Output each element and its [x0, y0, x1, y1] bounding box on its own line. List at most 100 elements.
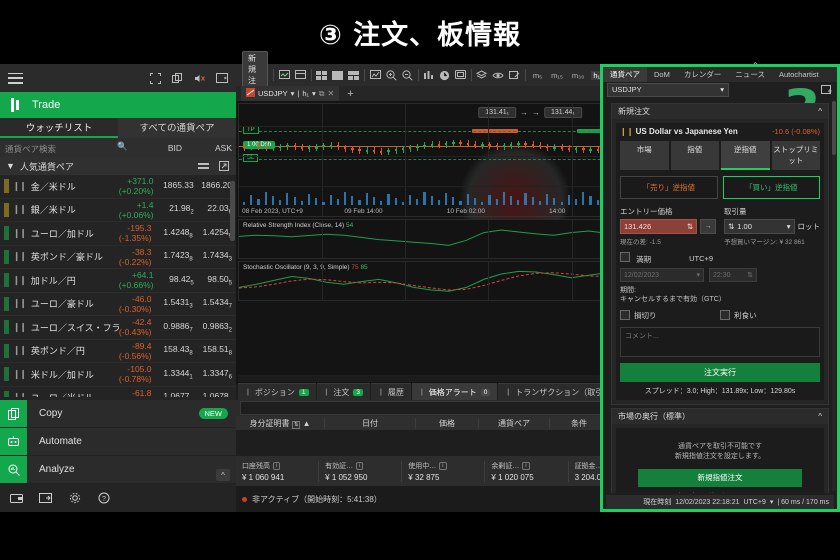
stepper-icon-entry[interactable]: ⇅	[687, 222, 693, 231]
mute-icon[interactable]	[193, 72, 206, 85]
fullscreen-icon[interactable]	[149, 72, 162, 85]
search-input[interactable]: 通貨ペア検索 🔍	[0, 139, 136, 157]
market-depth-header[interactable]: 市場の奥行（標準） ^	[612, 408, 828, 424]
new-order-card-header[interactable]: 新規注文 ^	[612, 104, 828, 119]
order-type-segment[interactable]: ストップリミット	[771, 141, 820, 170]
timeframe-m15[interactable]: m₁₅	[549, 71, 565, 80]
chart-tab-close-icon[interactable]: ✕	[328, 89, 335, 98]
eye-icon[interactable]	[492, 69, 504, 82]
panel-toggle-icon[interactable]	[215, 72, 228, 85]
fullscreen-chart-icon[interactable]	[454, 69, 466, 82]
alerts-column[interactable]: 身分証明書 ⇅ ▲	[236, 417, 325, 429]
sl-toggle[interactable]: 損切り	[620, 310, 720, 321]
help-icon[interactable]: ?	[97, 492, 110, 505]
metric-info-icon[interactable]: i	[439, 461, 447, 470]
tp-checkbox[interactable]	[720, 310, 730, 321]
single-layout-icon[interactable]	[332, 69, 344, 82]
pair-bid[interactable]: 21.982	[159, 203, 197, 216]
copy-window-icon[interactable]	[171, 72, 184, 85]
pair-bid[interactable]: 1.06772	[158, 391, 197, 397]
expiry-checkbox-wrap[interactable]: 満期	[620, 252, 651, 265]
pair-bid[interactable]: 0.98867	[158, 321, 197, 334]
comment-input[interactable]: コメント...	[620, 326, 820, 357]
entry-price-input[interactable]: 131.426 ⇅	[620, 219, 697, 234]
bottom-tab[interactable]: ❙ 履歴	[371, 383, 411, 400]
watchlist-rows[interactable]: ❙❙ 金／米ドル +371.0 (+0.20%) 1865.33 1866.20 ❙❙ 銀／…	[0, 175, 236, 397]
detach-panel-icon[interactable]	[820, 83, 833, 96]
timeframe-m30[interactable]: m₃₀	[570, 71, 586, 80]
pair-bid[interactable]: 1865.33	[159, 180, 197, 193]
order-type-segment[interactable]: 市場	[620, 141, 669, 170]
chart-ask-box[interactable]: 131.44₁	[544, 107, 582, 118]
watchlist-row[interactable]: ❙❙ユーロ／スイス・フラン-42.4 (-0.43%)0.988670.9863…	[0, 316, 236, 340]
metric-info-icon[interactable]: i	[522, 461, 530, 470]
alerts-column[interactable]: 価格	[416, 417, 479, 429]
grid-4-layout-icon[interactable]	[316, 69, 328, 82]
menu-item-analyze[interactable]: Analyze	[0, 456, 236, 484]
bottom-tab[interactable]: ❙ ポジション 1	[238, 383, 316, 400]
watchlist-row[interactable]: ❙❙ ユーロ／豪ドル -46.0 (-0.30%) 1.54313 1.54347	[0, 293, 236, 316]
order-type-segment[interactable]: 逆指値	[721, 141, 770, 170]
right-panel-tab[interactable]: 通貨ペア	[603, 67, 647, 82]
watchlist-row[interactable]: ❙❙ 英ポンド／豪ドル -38.3 (-0.22%) 1.74238 1.74343	[0, 246, 236, 269]
menu-item-automate[interactable]: Automate	[0, 428, 236, 456]
collapse-chevron-icon[interactable]: ^	[818, 107, 822, 116]
pair-bid[interactable]: 98.425	[160, 274, 198, 287]
right-panel-scrollbar[interactable]	[832, 101, 836, 491]
bottom-tab[interactable]: ❙ 注文 3	[316, 383, 370, 400]
metric-info-icon[interactable]: i	[356, 461, 364, 470]
depth-collapse-icon[interactable]: ^	[818, 412, 822, 421]
gear-icon[interactable]	[68, 492, 81, 505]
watchlist-row[interactable]: ❙❙銀／米ドル+1.4 (+0.06%)21.98222.036	[0, 199, 236, 222]
alerts-search-input[interactable]: 🔍	[240, 401, 618, 415]
chart-type-icon[interactable]	[369, 69, 381, 82]
pair-bid[interactable]: 1.42488	[158, 227, 197, 240]
tz-chevron-icon[interactable]: ▾	[770, 498, 774, 506]
watchlist-row[interactable]: ❙❙ 金／米ドル +371.0 (+0.20%) 1865.33 1866.20	[0, 175, 236, 199]
pair-bid[interactable]: 1.74238	[158, 250, 197, 263]
tab-watchlist[interactable]: ウォッチリスト	[0, 118, 118, 138]
pair-bid[interactable]: 158.438	[158, 344, 197, 357]
expiry-checkbox[interactable]	[620, 252, 630, 262]
tab-all-pairs[interactable]: すべての通貨ペア	[118, 118, 236, 138]
watchlist-row[interactable]: ❙❙ユーロ／加ドル-195.3 (-1.35%)1.424881.42549	[0, 222, 236, 246]
buy-stop-button[interactable]: 「買い」逆指値	[722, 176, 820, 199]
chart-tab-usdjpy[interactable]: USDJPY ▾ | h₁ ▾ ⧉ ✕	[241, 86, 340, 101]
alerts-column[interactable]: 通貨ペア	[479, 417, 550, 429]
sl-checkbox[interactable]	[620, 310, 630, 321]
tp-toggle[interactable]: 利食い	[720, 310, 820, 321]
chart-bid-box[interactable]: 131.41₁	[478, 107, 516, 118]
metric-info-icon[interactable]: i	[273, 461, 281, 470]
sell-stop-button[interactable]: 「売り」逆指値	[620, 176, 718, 199]
right-panel-tab[interactable]: ニュース	[728, 67, 772, 82]
new-limit-order-button[interactable]: 新規指値注文	[638, 468, 802, 487]
watchlist-row[interactable]: ❙❙ 米ドル／加ドル -105.0 (-0.78%) 1.33441 1.33476	[0, 363, 236, 387]
volume-chevron-icon[interactable]: ▾	[787, 222, 791, 231]
bottom-tab[interactable]: ❙ 価格アラート 0	[411, 383, 498, 400]
pair-bid[interactable]: 1.54313	[158, 297, 197, 310]
order-type-segment[interactable]: 指値	[670, 141, 719, 170]
right-panel-tab[interactable]: カレンダー	[677, 67, 729, 82]
split-window-icon[interactable]	[294, 69, 306, 82]
watchlist-group-header[interactable]: ▼ 人気通貨ペア	[0, 157, 236, 175]
zoom-in-icon[interactable]	[385, 69, 397, 82]
chart-tab-chevron-icon[interactable]: ▾	[291, 89, 295, 98]
layers-icon[interactable]	[476, 69, 488, 82]
execute-order-button[interactable]: 注文実行	[620, 362, 820, 382]
alerts-column[interactable]: 日付	[325, 417, 416, 429]
list-view-icon[interactable]	[197, 160, 210, 173]
indicators-icon[interactable]	[423, 69, 434, 82]
zoom-out-icon[interactable]	[401, 69, 413, 82]
symbol-select[interactable]: USDJPY ▾	[607, 82, 729, 97]
pair-bid[interactable]: 1.33441	[158, 368, 197, 381]
split-h-layout-icon[interactable]	[348, 69, 360, 82]
add-chart-tab-icon[interactable]: +	[344, 88, 353, 100]
clock-icon[interactable]	[439, 69, 450, 82]
volume-input[interactable]: ⇅ 1.00 ▾	[724, 219, 795, 234]
watchlist-scrollbar[interactable]	[230, 175, 235, 397]
expiry-date-select[interactable]: 12/02/2023 ▾	[620, 268, 704, 282]
menu-item-copy[interactable]: Copy NEW	[0, 400, 236, 428]
edit-chart-icon[interactable]	[509, 69, 520, 82]
collapse-panel-icon[interactable]: ^	[216, 469, 230, 481]
chart-tab-popout-icon[interactable]: ⧉	[319, 89, 325, 99]
